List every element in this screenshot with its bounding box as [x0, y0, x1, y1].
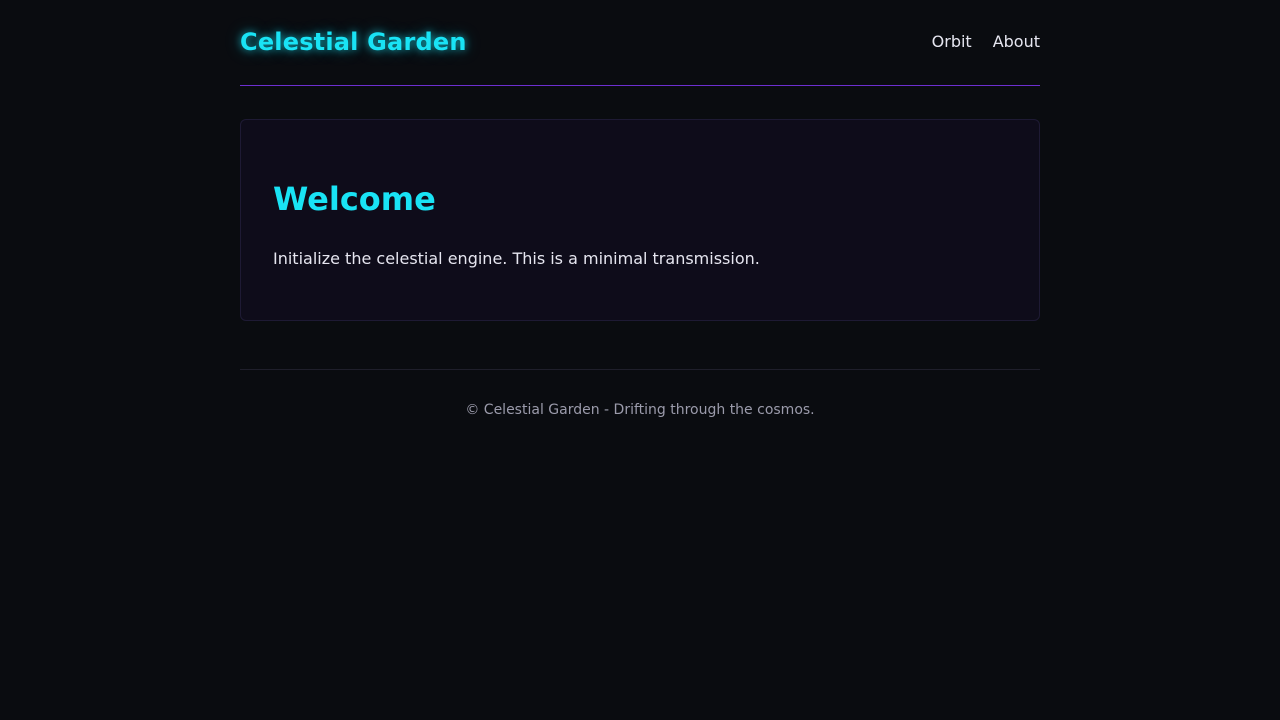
welcome-text: Initialize the celestial engine. This is… — [273, 249, 760, 268]
nav-link-orbit[interactable]: Orbit — [932, 32, 972, 51]
welcome-card: Welcome Initialize the celestial engine.… — [240, 119, 1040, 321]
main-nav: Orbit About — [932, 32, 1040, 51]
site-logo[interactable]: Celestial Garden — [240, 28, 467, 56]
footer-text: © Celestial Garden - Drifting through th… — [465, 402, 815, 418]
nav-link-about[interactable]: About — [993, 32, 1040, 51]
site-footer: © Celestial Garden - Drifting through th… — [240, 369, 1040, 418]
site-header: Celestial Garden Orbit About — [240, 0, 1040, 86]
page-wrapper: Celestial Garden Orbit About Welcome Ini… — [240, 0, 1040, 418]
page-title: Welcome — [273, 180, 436, 218]
